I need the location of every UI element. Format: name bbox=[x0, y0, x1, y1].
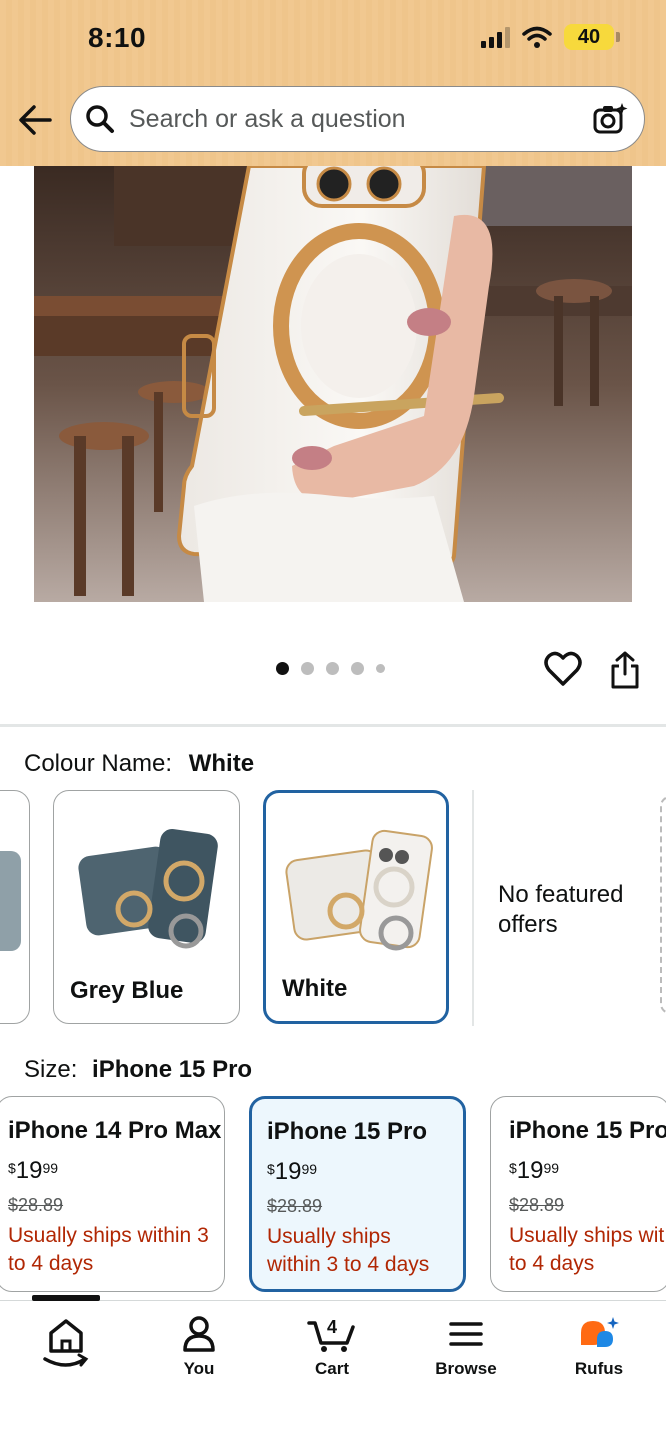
size-option-shipping: Usually ships within 3 to 4 days bbox=[267, 1225, 430, 1276]
size-option-shipping: Usually ships within 3 to 4 days bbox=[8, 1224, 209, 1275]
size-selected-value: iPhone 15 Pro bbox=[92, 1056, 253, 1083]
size-label: Size: bbox=[24, 1056, 78, 1083]
wifi-icon bbox=[522, 26, 552, 48]
colour-heading: Colour Name: White bbox=[24, 750, 254, 778]
size-option-shipping: Usually ships wit 3 to 4 days bbox=[509, 1224, 666, 1275]
colour-option-label: White bbox=[282, 975, 348, 1002]
pagination-dot[interactable] bbox=[301, 662, 314, 675]
cellular-signal-icon bbox=[481, 26, 510, 48]
size-option-iphone-15-pro-max[interactable]: iPhone 15 Pro M $1999 $28.89 Usually shi… bbox=[490, 1096, 666, 1292]
cart-count-badge: 4 bbox=[326, 1317, 337, 1337]
nav-label: Rufus bbox=[574, 1359, 624, 1378]
pagination-dot[interactable] bbox=[351, 662, 364, 675]
size-option-title: iPhone 15 Pro bbox=[267, 1118, 428, 1145]
search-icon bbox=[86, 105, 114, 133]
image-pagination[interactable] bbox=[276, 662, 385, 675]
size-option-iphone-14-pro-max[interactable]: iPhone 14 Pro Max $19 99 $28.89 Usually s… bbox=[0, 1096, 225, 1292]
back-arrow-icon[interactable] bbox=[16, 102, 56, 138]
nav-label: Cart bbox=[314, 1359, 349, 1378]
nav-cart[interactable]: 4 Cart bbox=[282, 1315, 382, 1379]
menu-icon bbox=[449, 1322, 483, 1346]
camera-lens-icon[interactable] bbox=[592, 101, 628, 137]
home-icon bbox=[43, 1319, 89, 1367]
product-image[interactable] bbox=[34, 166, 632, 602]
bottom-navigation: You 4 Cart Browse Rufus bbox=[0, 1295, 666, 1440]
size-option-list-price: $28.89 bbox=[509, 1195, 565, 1215]
colour-swatch-grey-blue[interactable]: Grey Blue bbox=[53, 790, 240, 1024]
colour-option-label: Grey Blue bbox=[70, 977, 184, 1004]
status-icons: 40 bbox=[481, 24, 620, 50]
size-option-price: $19 99 bbox=[8, 1157, 59, 1184]
more-options-card-edge[interactable] bbox=[660, 796, 666, 1014]
nav-rufus[interactable]: Rufus bbox=[549, 1315, 649, 1379]
battery-indicator: 40 bbox=[564, 24, 620, 50]
colour-swatch-partial[interactable] bbox=[0, 790, 30, 1024]
pagination-dot[interactable] bbox=[276, 662, 289, 675]
size-option-iphone-15-pro[interactable]: iPhone 15 Pro $19 99 $28.89 Usually ships… bbox=[249, 1096, 466, 1292]
size-option-list-price: $28.89 bbox=[267, 1196, 323, 1216]
top-header: 8:10 40 bbox=[0, 0, 666, 166]
share-icon[interactable] bbox=[608, 650, 642, 690]
no-featured-offers-text: No featured offers bbox=[498, 881, 624, 938]
status-time: 8:10 bbox=[88, 22, 147, 53]
colour-selected-value: White bbox=[188, 750, 255, 777]
size-option-list-price: $28.89 bbox=[8, 1195, 64, 1215]
battery-level: 40 bbox=[577, 25, 601, 48]
colour-swatch-white[interactable]: White bbox=[263, 790, 449, 1024]
search-input[interactable] bbox=[129, 104, 592, 134]
heart-icon[interactable] bbox=[544, 650, 582, 688]
nav-browse[interactable]: Browse bbox=[416, 1315, 516, 1379]
nav-home[interactable] bbox=[16, 1315, 116, 1379]
pagination-dot[interactable] bbox=[376, 664, 385, 673]
colour-separator bbox=[472, 790, 474, 1026]
size-option-title: iPhone 15 Pro M bbox=[509, 1117, 666, 1144]
size-heading: Size: iPhone 15 Pro bbox=[24, 1056, 252, 1084]
nav-label: Browse bbox=[435, 1359, 497, 1378]
nav-you[interactable]: You bbox=[149, 1315, 249, 1379]
section-divider bbox=[0, 724, 666, 727]
rufus-icon bbox=[581, 1317, 619, 1347]
active-tab-indicator bbox=[32, 1295, 100, 1301]
size-option-price: $19 99 bbox=[267, 1158, 318, 1185]
pagination-dot[interactable] bbox=[326, 662, 339, 675]
size-option-title: iPhone 14 Pro Max bbox=[8, 1117, 222, 1144]
size-option-price: $19 99 bbox=[509, 1157, 560, 1184]
search-bar[interactable] bbox=[70, 86, 645, 152]
person-icon bbox=[183, 1316, 215, 1352]
nav-label: You bbox=[183, 1359, 215, 1378]
colour-label: Colour Name: bbox=[24, 750, 173, 777]
